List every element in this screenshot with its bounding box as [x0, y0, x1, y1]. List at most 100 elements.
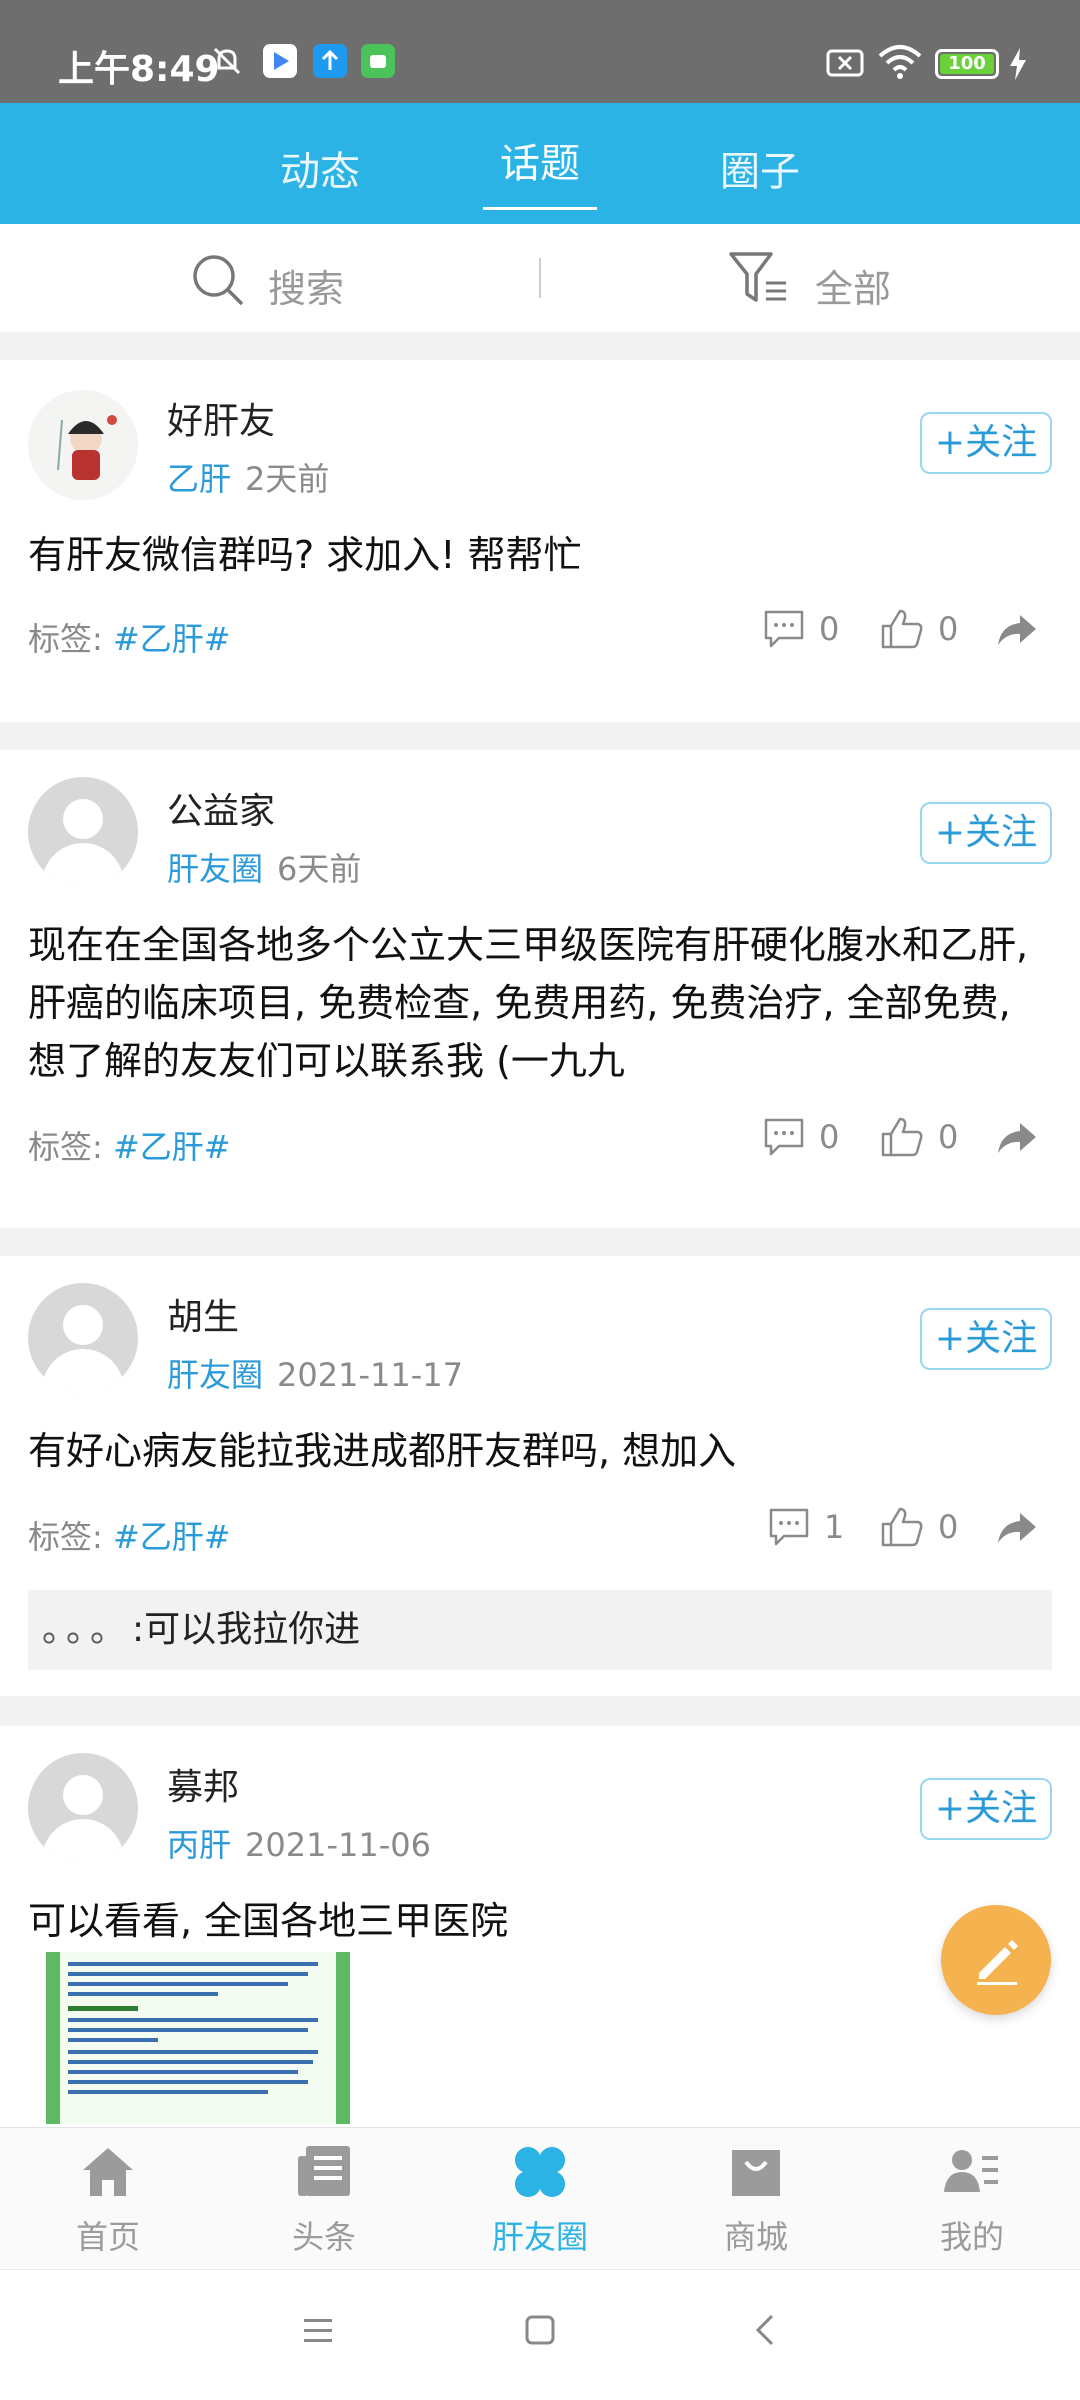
post-circle-link[interactable]: 肝友圈: [167, 1356, 263, 1394]
wifi-icon: [878, 45, 922, 79]
post-tags: 标签: #乙肝#: [28, 1512, 231, 1558]
newspaper-icon: [298, 2146, 350, 2196]
system-nav-bar: [0, 2269, 1080, 2400]
post-card[interactable]: 胡生 肝友圈 2021-11-17 +关注 有好心病友能拉我进成都肝友群吗, 想加…: [0, 1256, 1080, 1696]
post-circle-link[interactable]: 肝友圈: [167, 850, 263, 888]
post-content[interactable]: 可以看看, 全国各地三甲医院: [28, 1892, 1058, 1950]
post-author[interactable]: 好肝友: [167, 392, 275, 444]
post-content[interactable]: 有好心病友能拉我进成都肝友群吗, 想加入: [28, 1422, 1058, 1480]
post-card[interactable]: 募邦 丙肝 2021-11-06 +关注 可以看看, 全国各地三甲医院: [0, 1726, 1080, 2127]
nav-headlines[interactable]: 头条: [216, 2128, 432, 2270]
avatar-placeholder-icon: [63, 1775, 103, 1815]
share-icon[interactable]: [996, 1120, 1038, 1156]
tab-label: 圈子: [720, 149, 800, 195]
status-time: 上午8:49: [58, 49, 220, 90]
share-icon[interactable]: [996, 1510, 1038, 1546]
profile-icon: [944, 2150, 998, 2192]
comment-icon: [769, 1508, 809, 1546]
nav-liver-friends-circle[interactable]: 肝友圈: [432, 2128, 648, 2270]
post-image[interactable]: [46, 1952, 350, 2124]
divider: [539, 258, 541, 298]
avatar[interactable]: [28, 390, 138, 500]
sim-off-icon: [826, 49, 864, 77]
nav-home[interactable]: 首页: [0, 2128, 216, 2270]
post-image-document: [60, 1952, 336, 2124]
like-button[interactable]: 0: [880, 1506, 958, 1548]
follow-button[interactable]: +关注: [920, 802, 1052, 864]
comment-button[interactable]: 0: [763, 608, 839, 650]
home-icon: [83, 2148, 133, 2196]
follow-button[interactable]: +关注: [920, 412, 1052, 474]
tab-active-indicator: [483, 207, 597, 210]
filter-label: 全部: [815, 267, 892, 311]
post-content[interactable]: 现在在全国各地多个公立大三甲级医院有肝硬化腹水和乙肝, 肝癌的临床项目, 免费检…: [28, 916, 1058, 1090]
battery-icon: 100: [935, 49, 999, 79]
post-author[interactable]: 公益家: [167, 782, 275, 834]
comment-count: 0: [819, 610, 840, 648]
tags-prefix: 标签:: [28, 620, 103, 658]
post-circle-link[interactable]: 丙肝: [167, 1826, 231, 1864]
tag-link[interactable]: #乙肝#: [113, 1128, 231, 1166]
tag-link[interactable]: #乙肝#: [113, 1518, 231, 1556]
bottom-nav: 首页 头条 肝友圈 商城 我的: [0, 2127, 1080, 2269]
tab-circles[interactable]: 圈子: [690, 103, 830, 224]
search-button[interactable]: 搜索: [170, 224, 510, 332]
charging-icon: [1010, 48, 1026, 80]
clover-icon: [515, 2147, 565, 2197]
avatar-placeholder-body: [42, 1349, 124, 1393]
upload-app-icon: [313, 44, 347, 78]
avatar-placeholder-body: [42, 843, 124, 887]
post-meta: 肝友圈 6天前: [167, 844, 361, 890]
comment-preview[interactable]: 。。。:可以我拉你进: [28, 1590, 1052, 1670]
menu-icon[interactable]: [298, 2310, 338, 2350]
tab-label: 动态: [280, 149, 360, 195]
comment-button[interactable]: 1: [768, 1506, 844, 1548]
filter-icon: [729, 252, 786, 302]
tab-label: 话题: [500, 141, 580, 187]
tag-link[interactable]: #乙肝#: [113, 620, 231, 658]
follow-button[interactable]: +关注: [920, 1778, 1052, 1840]
search-filter-bar: 搜索 全部: [0, 224, 1080, 332]
nav-profile[interactable]: 我的: [864, 2128, 1080, 2270]
post-author[interactable]: 胡生: [167, 1288, 239, 1340]
like-button[interactable]: 0: [880, 608, 958, 650]
post-meta: 乙肝 2天前: [167, 454, 329, 500]
avatar[interactable]: [28, 1283, 138, 1393]
avatar[interactable]: [28, 777, 138, 887]
post-author[interactable]: 募邦: [167, 1758, 239, 1810]
comment-button[interactable]: 0: [763, 1116, 839, 1158]
tab-dynamic[interactable]: 动态: [250, 103, 390, 224]
nav-label: 头条: [291, 2218, 356, 2256]
like-button[interactable]: 0: [880, 1116, 958, 1158]
post-tags: 标签: #乙肝#: [28, 1122, 231, 1168]
top-tab-bar: 动态 话题 圈子: [0, 103, 1080, 224]
post-circle-link[interactable]: 乙肝: [167, 460, 231, 498]
tab-topics[interactable]: 话题: [470, 103, 610, 224]
play-store-icon: [263, 44, 297, 78]
avatar[interactable]: [28, 1753, 138, 1863]
compose-post-button[interactable]: [941, 1905, 1051, 2015]
post-content[interactable]: 有肝友微信群吗? 求加入! 帮帮忙: [28, 526, 1058, 584]
post-tags: 标签: #乙肝#: [28, 614, 231, 660]
share-icon[interactable]: [996, 612, 1038, 648]
tags-prefix: 标签:: [28, 1518, 103, 1556]
nav-mall[interactable]: 商城: [648, 2128, 864, 2270]
like-count: 0: [938, 610, 959, 648]
like-count: 0: [938, 1508, 959, 1546]
filter-button[interactable]: 全部: [710, 224, 960, 332]
status-bar: 上午8:49 100: [0, 0, 1080, 103]
thumbs-up-icon: [881, 1507, 923, 1547]
nav-label: 首页: [75, 2218, 140, 2256]
back-icon[interactable]: [746, 2310, 786, 2350]
home-square-icon[interactable]: [520, 2310, 560, 2350]
comment-icon: [764, 610, 804, 648]
nav-label: 肝友圈: [491, 2218, 588, 2256]
follow-button[interactable]: +关注: [920, 1308, 1052, 1370]
thumbs-up-icon: [881, 609, 923, 649]
shopping-bag-icon: [732, 2150, 780, 2196]
post-card[interactable]: 好肝友 乙肝 2天前 +关注 有肝友微信群吗? 求加入! 帮帮忙 标签: #乙肝#…: [0, 360, 1080, 722]
nav-label: 商城: [723, 2218, 788, 2256]
avatar-placeholder-icon: [63, 1305, 103, 1345]
comment-count: 1: [824, 1508, 845, 1546]
post-card[interactable]: 公益家 肝友圈 6天前 +关注 现在在全国各地多个公立大三甲级医院有肝硬化腹水和乙…: [0, 750, 1080, 1228]
